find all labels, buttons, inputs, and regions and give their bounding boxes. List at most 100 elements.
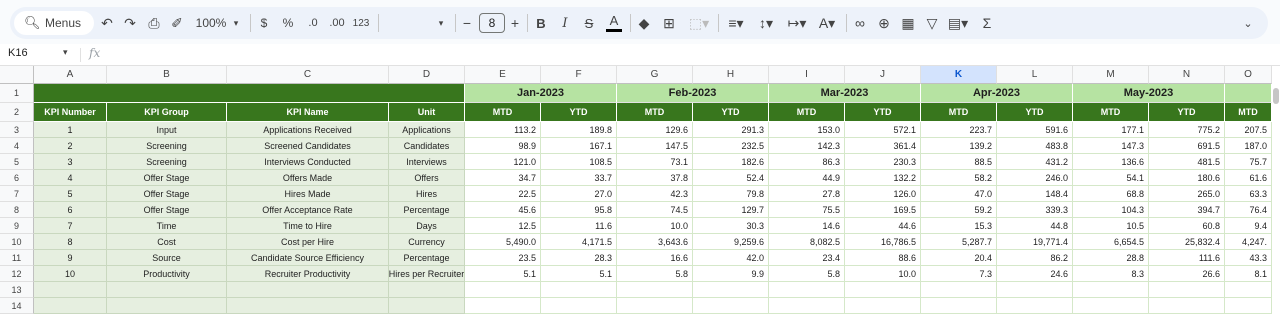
ytd-header[interactable]: YTD xyxy=(997,103,1073,122)
kpi-group-cell[interactable]: Source xyxy=(107,250,227,266)
value-cell[interactable]: 24.6 xyxy=(997,266,1073,282)
value-cell[interactable]: 75.7 xyxy=(1225,154,1272,170)
text-rotation-icon[interactable]: A▾ xyxy=(815,12,839,34)
kpi-number-cell[interactable]: 2 xyxy=(34,138,107,154)
empty-cell[interactable] xyxy=(845,282,921,298)
kpi-number-header[interactable]: KPI Number xyxy=(34,103,107,122)
menus-search-button[interactable]: 🔍︎ Menus xyxy=(14,11,94,35)
row-header[interactable]: 7 xyxy=(0,186,34,202)
fill-color-icon[interactable]: ◆ xyxy=(637,12,651,34)
value-cell[interactable]: 4,171.5 xyxy=(541,234,617,250)
value-cell[interactable]: 136.6 xyxy=(1073,154,1149,170)
empty-cell[interactable] xyxy=(34,298,107,314)
value-cell[interactable]: 95.8 xyxy=(541,202,617,218)
insert-link-icon[interactable]: ∞ xyxy=(852,12,868,34)
value-cell[interactable]: 3,643.6 xyxy=(617,234,693,250)
unit-cell[interactable]: Candidates xyxy=(389,138,465,154)
empty-cell[interactable] xyxy=(1149,282,1225,298)
value-cell[interactable]: 9.9 xyxy=(693,266,769,282)
mtd-header[interactable]: MTD xyxy=(769,103,845,122)
value-cell[interactable]: 126.0 xyxy=(845,186,921,202)
value-cell[interactable]: 8,082.5 xyxy=(769,234,845,250)
value-cell[interactable]: 60.8 xyxy=(1149,218,1225,234)
column-header[interactable]: N xyxy=(1149,66,1225,84)
value-cell[interactable]: 132.2 xyxy=(845,170,921,186)
value-cell[interactable]: 79.8 xyxy=(693,186,769,202)
kpi-name-header[interactable]: KPI Name xyxy=(227,103,389,122)
value-cell[interactable]: 9.4 xyxy=(1225,218,1272,234)
kpi-name-cell[interactable]: Candidate Source Efficiency xyxy=(227,250,389,266)
row-header[interactable]: 2 xyxy=(0,103,34,122)
month-header[interactable]: Mar-2023 xyxy=(769,84,921,103)
bold-icon[interactable]: B xyxy=(535,12,547,34)
value-cell[interactable]: 44.8 xyxy=(997,218,1073,234)
value-cell[interactable]: 14.6 xyxy=(769,218,845,234)
empty-cell[interactable] xyxy=(465,282,541,298)
value-cell[interactable]: 63.3 xyxy=(1225,186,1272,202)
value-cell[interactable]: 20.4 xyxy=(921,250,997,266)
value-cell[interactable]: 572.1 xyxy=(845,122,921,138)
empty-cell[interactable] xyxy=(107,298,227,314)
empty-cell[interactable] xyxy=(227,298,389,314)
unit-header[interactable]: Unit xyxy=(389,103,465,122)
empty-cell[interactable] xyxy=(769,282,845,298)
row-header[interactable]: 8 xyxy=(0,202,34,218)
value-cell[interactable]: 153.0 xyxy=(769,122,845,138)
kpi-name-cell[interactable]: Hires Made xyxy=(227,186,389,202)
kpi-number-cell[interactable]: 4 xyxy=(34,170,107,186)
kpi-number-cell[interactable]: 8 xyxy=(34,234,107,250)
kpi-group-cell[interactable]: Time xyxy=(107,218,227,234)
value-cell[interactable]: 139.2 xyxy=(921,138,997,154)
empty-cell[interactable] xyxy=(693,282,769,298)
column-header[interactable]: D xyxy=(389,66,465,84)
column-header[interactable]: L xyxy=(997,66,1073,84)
plus-icon[interactable]: + xyxy=(509,12,521,34)
column-header[interactable]: A xyxy=(34,66,107,84)
value-cell[interactable]: 59.2 xyxy=(921,202,997,218)
kpi-group-cell[interactable]: Offer Stage xyxy=(107,186,227,202)
value-cell[interactable]: 182.6 xyxy=(693,154,769,170)
value-cell[interactable]: 37.8 xyxy=(617,170,693,186)
functions-button[interactable]: Σ xyxy=(980,12,994,34)
value-cell[interactable]: 68.8 xyxy=(1073,186,1149,202)
value-cell[interactable]: 113.2 xyxy=(465,122,541,138)
empty-cell[interactable] xyxy=(845,298,921,314)
column-header[interactable]: B xyxy=(107,66,227,84)
value-cell[interactable]: 42.0 xyxy=(693,250,769,266)
row-header[interactable]: 14 xyxy=(0,298,34,314)
value-cell[interactable]: 775.2 xyxy=(1149,122,1225,138)
value-cell[interactable]: 10.5 xyxy=(1073,218,1149,234)
print-icon[interactable]: ⎙ xyxy=(146,12,162,34)
month-header[interactable]: Apr-2023 xyxy=(921,84,1073,103)
column-header[interactable]: G xyxy=(617,66,693,84)
borders-icon[interactable]: ⊞ xyxy=(662,12,676,34)
value-cell[interactable]: 5,287.7 xyxy=(921,234,997,250)
value-cell[interactable]: 8.3 xyxy=(1073,266,1149,282)
chevron-down-icon[interactable]: ▾ xyxy=(231,12,241,34)
merge-cells-icon[interactable]: ⬚▾ xyxy=(686,12,712,34)
vertical-scrollbar[interactable] xyxy=(1272,84,1280,318)
value-cell[interactable]: 5.8 xyxy=(769,266,845,282)
insert-chart-icon[interactable]: ▦ xyxy=(900,12,916,34)
value-cell[interactable]: 104.3 xyxy=(1073,202,1149,218)
value-cell[interactable]: 339.3 xyxy=(997,202,1073,218)
value-cell[interactable]: 481.5 xyxy=(1149,154,1225,170)
name-box-chevron-icon[interactable]: ▾ xyxy=(63,47,68,58)
kpi-name-cell[interactable]: Interviews Conducted xyxy=(227,154,389,170)
row-header[interactable]: 11 xyxy=(0,250,34,266)
currency-format-button[interactable]: $ xyxy=(258,12,270,34)
kpi-group-cell[interactable]: Productivity xyxy=(107,266,227,282)
value-cell[interactable]: 10.0 xyxy=(845,266,921,282)
value-cell[interactable]: 148.4 xyxy=(997,186,1073,202)
value-cell[interactable]: 5,490.0 xyxy=(465,234,541,250)
value-cell[interactable]: 23.5 xyxy=(465,250,541,266)
value-cell[interactable]: 265.0 xyxy=(1149,186,1225,202)
value-cell[interactable]: 16.6 xyxy=(617,250,693,266)
vertical-align-icon[interactable]: ↕▾ xyxy=(754,12,778,34)
font-chevron-icon[interactable]: ▾ xyxy=(436,12,446,34)
value-cell[interactable]: 230.3 xyxy=(845,154,921,170)
row-header[interactable]: 10 xyxy=(0,234,34,250)
empty-cell[interactable] xyxy=(997,298,1073,314)
row-header[interactable]: 9 xyxy=(0,218,34,234)
row-header[interactable]: 1 xyxy=(0,84,34,103)
